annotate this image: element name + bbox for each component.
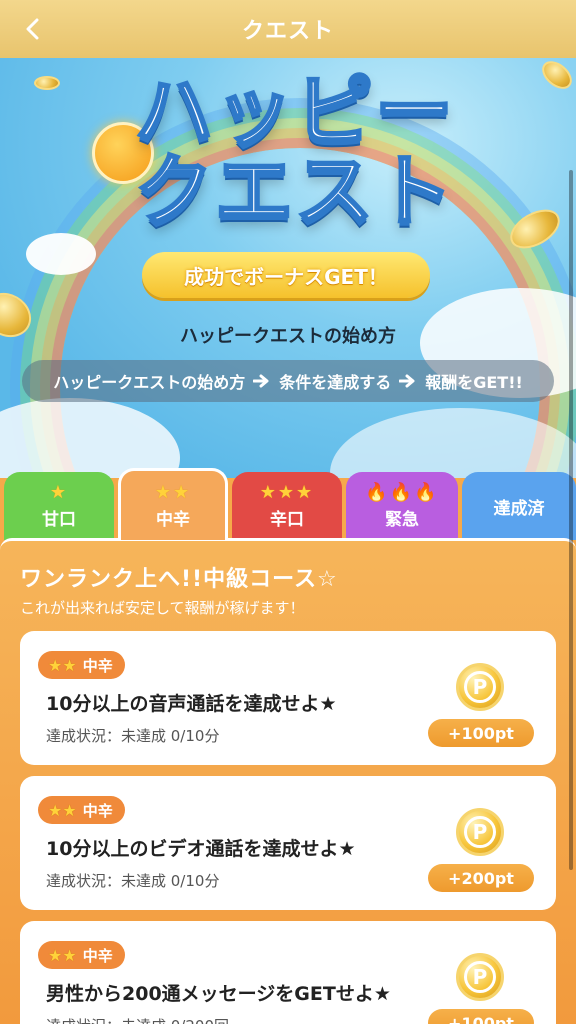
quest-card[interactable]: ★★ 中辛 10分以上の音声通話を達成せよ★ 達成状況：未達成 0/10分 P … bbox=[20, 631, 556, 765]
tab-label: 辛口 bbox=[270, 510, 304, 530]
tab-chukara[interactable]: ★★ 中辛 bbox=[118, 468, 228, 540]
chevron-left-icon bbox=[26, 18, 39, 40]
bonus-label: 成功でボーナスGET！ bbox=[142, 252, 430, 298]
howto-steps: ハッピークエストの始め方 条件を達成する 報酬をGET!! bbox=[22, 360, 554, 402]
quest-status: 達成状況：未達成 0/200回 bbox=[46, 1015, 229, 1024]
tab-completed[interactable]: 達成済 bbox=[462, 472, 576, 540]
hero-title-line1: ハッピー bbox=[134, 67, 456, 157]
quest-status: 達成状況：未達成 0/10分 bbox=[46, 727, 220, 745]
reward-points: +100pt bbox=[428, 1009, 534, 1024]
hero-banner: ハッピー クエスト 成功でボーナスGET！ ハッピークエストの始め方 ハッピーク… bbox=[0, 58, 576, 478]
p-coin-icon: P bbox=[456, 663, 504, 711]
badge-label: 中辛 bbox=[82, 656, 113, 675]
quest-status: 達成状況：未達成 0/10分 bbox=[46, 872, 220, 890]
tab-karakuchi[interactable]: ★★★ 辛口 bbox=[232, 472, 342, 540]
difficulty-badge: ★★ 中辛 bbox=[38, 796, 125, 824]
difficulty-badge: ★★ 中辛 bbox=[38, 941, 125, 969]
star-icon: ★ bbox=[49, 482, 69, 503]
star-icon: ★★ bbox=[154, 481, 192, 503]
arrow-right-icon bbox=[253, 374, 269, 388]
quest-title: 10分以上のビデオ通話を達成せよ★ bbox=[46, 838, 356, 860]
fire-icon: 🔥🔥🔥 bbox=[365, 482, 439, 503]
coin-decoration bbox=[503, 201, 567, 257]
difficulty-badge: ★★ 中辛 bbox=[38, 651, 125, 679]
app-header: クエスト bbox=[0, 0, 576, 58]
page-title: クエスト bbox=[241, 19, 334, 44]
howto-step-1: ハッピークエストの始め方 bbox=[53, 373, 246, 392]
quest-title: 男性から200通メッセージをGETせよ★ bbox=[46, 983, 391, 1005]
p-coin-icon: P bbox=[456, 808, 504, 856]
reward-points: +200pt bbox=[428, 864, 534, 892]
quest-panel: ワンランク上へ!!中級コース☆ これが出来れば安定して報酬が稼げます！ ★★ 中… bbox=[0, 538, 576, 1024]
tab-label: 中辛 bbox=[156, 509, 190, 530]
badge-label: 中辛 bbox=[82, 801, 113, 820]
howto-step-3: 報酬をGET!! bbox=[425, 373, 523, 392]
cloud-decoration bbox=[26, 233, 96, 275]
star-icon: ★★ bbox=[48, 945, 77, 965]
star-icon: ★★★ bbox=[259, 482, 315, 503]
difficulty-tabs: ★ 甘口 ★★★ 辛口 🔥🔥🔥 緊急 達成済 ★★ 中辛 bbox=[0, 468, 576, 540]
panel-title: ワンランク上へ!!中級コース☆ bbox=[20, 567, 338, 592]
quest-card[interactable]: ★★ 中辛 男性から200通メッセージをGETせよ★ 達成状況：未達成 0/20… bbox=[20, 921, 556, 1024]
scrollbar[interactable] bbox=[569, 170, 573, 870]
quest-title: 10分以上の音声通話を達成せよ★ bbox=[46, 693, 337, 715]
star-icon: ★★ bbox=[48, 655, 77, 675]
tab-kinkyu[interactable]: 🔥🔥🔥 緊急 bbox=[346, 472, 458, 540]
p-coin-icon: P bbox=[456, 953, 504, 1001]
coin-decoration bbox=[34, 76, 60, 90]
star-icon: ★★ bbox=[48, 800, 77, 820]
hero-title-line2: クエスト bbox=[134, 147, 456, 237]
badge-label: 中辛 bbox=[82, 946, 113, 965]
tab-label: 甘口 bbox=[42, 510, 76, 530]
coin-decoration bbox=[536, 58, 576, 95]
tab-label: 緊急 bbox=[385, 510, 419, 530]
howto-step-2: 条件を達成する bbox=[279, 373, 392, 392]
quest-card[interactable]: ★★ 中辛 10分以上のビデオ通話を達成せよ★ 達成状況：未達成 0/10分 P… bbox=[20, 776, 556, 910]
panel-subtitle: これが出来れば安定して報酬が稼げます！ bbox=[20, 599, 305, 617]
tab-label: 達成済 bbox=[493, 498, 545, 519]
back-button[interactable] bbox=[18, 14, 48, 44]
reward-points: +100pt bbox=[428, 719, 534, 747]
tab-amakuchi[interactable]: ★ 甘口 bbox=[4, 472, 114, 540]
howto-title: ハッピークエストの始め方 bbox=[180, 326, 396, 347]
hero-title: ハッピー クエスト bbox=[134, 67, 456, 237]
arrow-right-icon bbox=[399, 374, 415, 388]
